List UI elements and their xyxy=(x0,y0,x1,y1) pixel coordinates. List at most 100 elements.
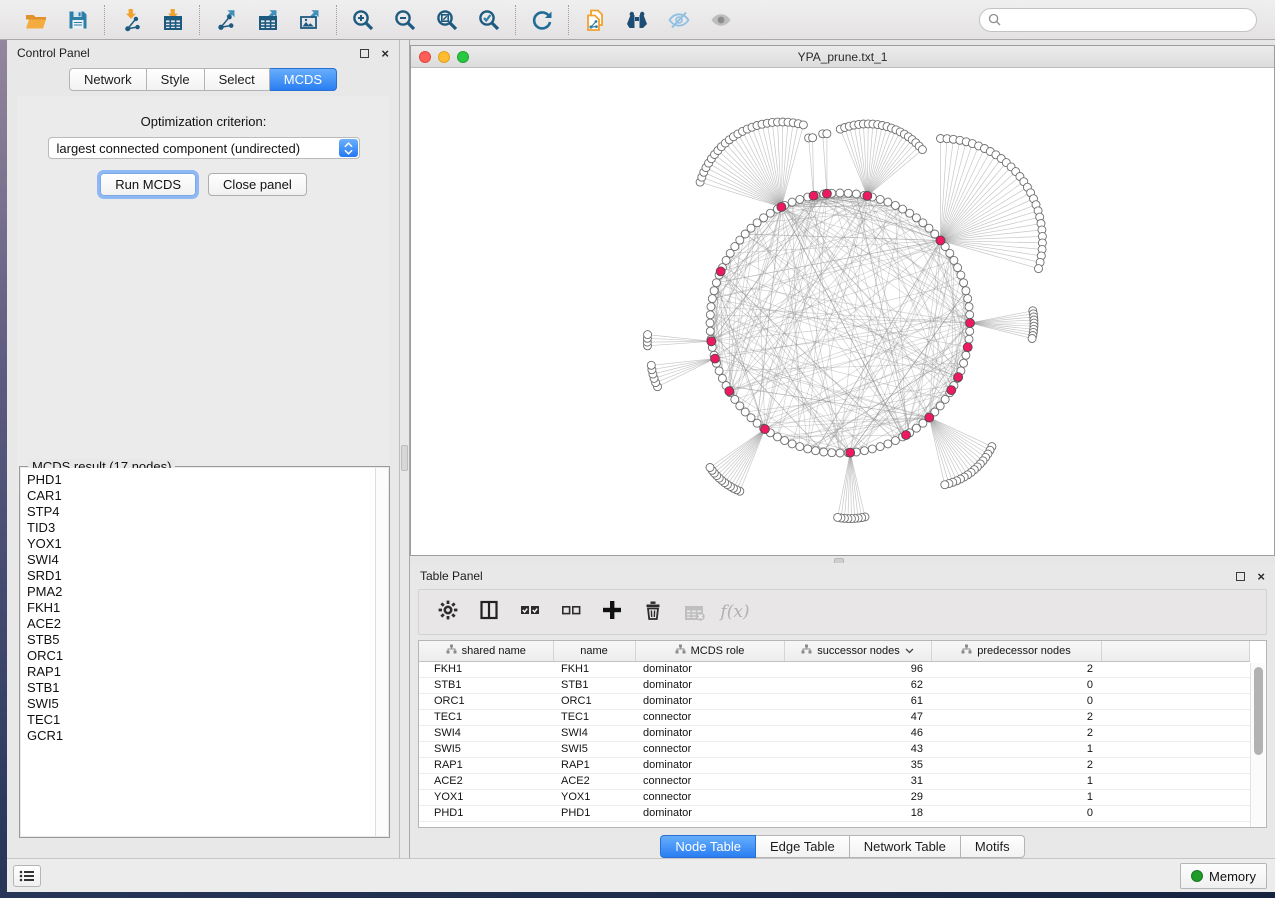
float-panel-icon[interactable] xyxy=(360,49,369,58)
cell[interactable]: 1 xyxy=(931,789,1101,805)
mcds-result-item[interactable]: SWI5 xyxy=(27,696,375,712)
cell[interactable]: 0 xyxy=(931,805,1101,821)
column-header-predecessor-nodes[interactable]: predecessor nodes xyxy=(931,641,1101,661)
cell[interactable]: dominator xyxy=(635,661,784,677)
cell[interactable]: YOX1 xyxy=(553,789,635,805)
table-row[interactable]: YOX1YOX1connector291 xyxy=(419,789,1250,805)
mcds-result-item[interactable]: GCR1 xyxy=(27,728,375,744)
table-row[interactable]: TEC1TEC1connector472 xyxy=(419,709,1250,725)
mcds-result-item[interactable]: TID3 xyxy=(27,520,375,536)
mcds-result-item[interactable]: RAP1 xyxy=(27,664,375,680)
save-session-button[interactable] xyxy=(64,6,92,34)
import-network-button[interactable] xyxy=(117,6,145,34)
cell[interactable]: PHD1 xyxy=(419,805,553,821)
run-mcds-button[interactable]: Run MCDS xyxy=(100,173,196,196)
table-row[interactable]: SWI5SWI5connector431 xyxy=(419,741,1250,757)
cell[interactable]: TEC1 xyxy=(553,709,635,725)
cell[interactable]: SWI4 xyxy=(419,725,553,741)
table-row[interactable]: RAP1RAP1dominator352 xyxy=(419,757,1250,773)
mcds-result-item[interactable]: TEC1 xyxy=(27,712,375,728)
cell[interactable]: 1 xyxy=(931,741,1101,757)
search-input[interactable] xyxy=(1006,13,1248,27)
column-header-shared-name[interactable]: shared name xyxy=(419,641,553,661)
cell[interactable]: connector xyxy=(635,741,784,757)
cell[interactable]: 18 xyxy=(784,805,931,821)
cell[interactable]: 0 xyxy=(931,693,1101,709)
table-tab-node-table[interactable]: Node Table xyxy=(660,835,756,858)
cell[interactable]: 2 xyxy=(931,757,1101,773)
cell[interactable]: dominator xyxy=(635,677,784,693)
tab-mcds[interactable]: MCDS xyxy=(270,68,337,91)
export-table-button[interactable] xyxy=(254,6,282,34)
open-file-button[interactable] xyxy=(22,6,50,34)
column-header-MCDS-role[interactable]: MCDS role xyxy=(635,641,784,661)
table-scrollbar[interactable] xyxy=(1250,663,1265,827)
optimization-criterion-select[interactable]: largest connected component (undirected) xyxy=(48,137,360,159)
search-box[interactable] xyxy=(979,8,1257,32)
table-row[interactable]: ACE2ACE2connector311 xyxy=(419,773,1250,789)
cell[interactable]: FKH1 xyxy=(419,661,553,677)
cell[interactable]: 0 xyxy=(931,677,1101,693)
cell[interactable]: 61 xyxy=(784,693,931,709)
vertical-splitter-handle[interactable] xyxy=(401,445,408,471)
cell[interactable]: RAP1 xyxy=(553,757,635,773)
close-panel-button[interactable]: Close panel xyxy=(208,173,307,196)
column-header-name[interactable]: name xyxy=(553,641,635,661)
mcds-result-item[interactable]: SWI4 xyxy=(27,552,375,568)
cell[interactable]: 62 xyxy=(784,677,931,693)
cell[interactable]: TEC1 xyxy=(419,709,553,725)
cell[interactable]: 96 xyxy=(784,661,931,677)
show-all-button[interactable] xyxy=(707,6,735,34)
cell[interactable]: PHD1 xyxy=(553,805,635,821)
cell[interactable]: STB1 xyxy=(419,677,553,693)
table-row[interactable]: SWI4SWI4dominator462 xyxy=(419,725,1250,741)
cell[interactable]: 31 xyxy=(784,773,931,789)
delete-column-button[interactable] xyxy=(640,599,666,625)
table-scrollbar-thumb[interactable] xyxy=(1254,667,1263,755)
vertical-splitter[interactable] xyxy=(400,40,410,858)
cell[interactable]: 35 xyxy=(784,757,931,773)
cell[interactable]: 2 xyxy=(931,661,1101,677)
cell[interactable]: 46 xyxy=(784,725,931,741)
hide-selected-button[interactable] xyxy=(665,6,693,34)
cell[interactable]: RAP1 xyxy=(419,757,553,773)
network-graph-canvas[interactable] xyxy=(411,68,1274,555)
cell[interactable]: 2 xyxy=(931,725,1101,741)
table-row[interactable]: FKH1FKH1dominator962 xyxy=(419,661,1250,677)
cell[interactable]: connector xyxy=(635,773,784,789)
cell[interactable]: ACE2 xyxy=(419,773,553,789)
mcds-result-list[interactable]: PHD1CAR1STP4TID3YOX1SWI4SRD1PMA2FKH1ACE2… xyxy=(21,468,375,836)
cell[interactable]: ORC1 xyxy=(553,693,635,709)
cell[interactable]: STB1 xyxy=(553,677,635,693)
mcds-result-item[interactable]: STB1 xyxy=(27,680,375,696)
node-table[interactable]: shared namenameMCDS rolesuccessor nodesp… xyxy=(419,641,1250,822)
tab-style[interactable]: Style xyxy=(147,68,205,91)
refresh-layout-button[interactable] xyxy=(528,6,556,34)
table-tab-motifs[interactable]: Motifs xyxy=(961,835,1025,858)
mcds-result-item[interactable]: PMA2 xyxy=(27,584,375,600)
cell[interactable]: connector xyxy=(635,789,784,805)
table-row[interactable]: ORC1ORC1dominator610 xyxy=(419,693,1250,709)
table-row[interactable]: PHD1PHD1dominator180 xyxy=(419,805,1250,821)
cell[interactable]: 47 xyxy=(784,709,931,725)
cell[interactable]: 43 xyxy=(784,741,931,757)
table-tab-edge-table[interactable]: Edge Table xyxy=(756,835,850,858)
memory-button[interactable]: Memory xyxy=(1180,863,1267,889)
cell[interactable]: SWI4 xyxy=(553,725,635,741)
table-tab-network-table[interactable]: Network Table xyxy=(850,835,961,858)
float-table-panel-icon[interactable] xyxy=(1236,572,1245,581)
manage-networks-button[interactable] xyxy=(581,6,609,34)
close-table-panel-icon[interactable]: × xyxy=(1257,572,1265,581)
cell[interactable]: dominator xyxy=(635,757,784,773)
mcds-result-item[interactable]: YOX1 xyxy=(27,536,375,552)
cell[interactable]: ORC1 xyxy=(419,693,553,709)
search-network-button[interactable] xyxy=(623,6,651,34)
table-row[interactable]: STB1STB1dominator620 xyxy=(419,677,1250,693)
mcds-result-item[interactable]: ORC1 xyxy=(27,648,375,664)
zoom-out-button[interactable] xyxy=(391,6,419,34)
zoom-in-button[interactable] xyxy=(349,6,377,34)
mcds-result-scrollbar[interactable] xyxy=(375,468,388,836)
cell[interactable]: YOX1 xyxy=(419,789,553,805)
import-table-button[interactable] xyxy=(159,6,187,34)
cell[interactable]: dominator xyxy=(635,805,784,821)
